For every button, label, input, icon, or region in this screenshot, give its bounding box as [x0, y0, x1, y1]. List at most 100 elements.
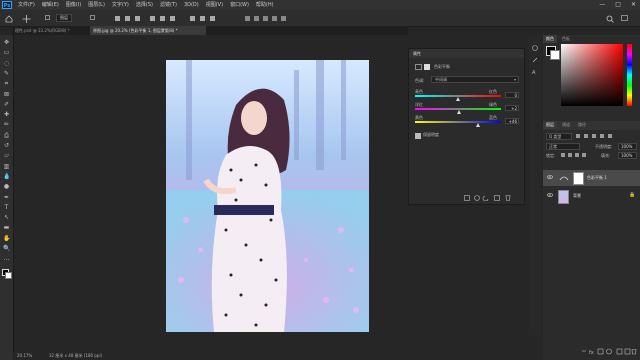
move-tool-icon[interactable]: ✥: [3, 39, 10, 46]
maximize-button[interactable]: □: [615, 0, 621, 10]
path-select-tool-icon[interactable]: ↖: [3, 214, 10, 221]
search-icon[interactable]: [606, 15, 614, 23]
chevron-down-icon: ▾: [513, 77, 516, 82]
eye-icon[interactable]: [547, 193, 553, 198]
mask-icon[interactable]: [424, 64, 431, 72]
menu-item[interactable]: 文字(Y): [112, 0, 129, 10]
layer-name[interactable]: 背景: [573, 193, 581, 199]
3d-mode-icons[interactable]: [245, 15, 295, 22]
options-bar: 图层: [0, 10, 640, 27]
menu-item[interactable]: 图像(I): [66, 0, 81, 10]
menu-item[interactable]: 窗口(W): [230, 0, 249, 10]
home-icon[interactable]: [5, 15, 13, 23]
slider-thumb[interactable]: [456, 97, 460, 101]
fill-input[interactable]: 100%: [618, 152, 637, 159]
menu-item[interactable]: 图层(L): [88, 0, 105, 10]
gradient-tool-icon[interactable]: ▥: [3, 163, 10, 170]
zoom-tool-icon[interactable]: 🔍: [3, 245, 10, 252]
crop-tool-icon[interactable]: ⌗: [3, 80, 10, 87]
layer-row-adjustment[interactable]: 色彩平衡 1: [543, 170, 640, 186]
hand-tool-icon[interactable]: ✋: [3, 235, 10, 242]
type-tool-icon[interactable]: T: [3, 204, 10, 211]
menu-item[interactable]: 3D(D): [184, 0, 199, 10]
layer-row-background[interactable]: 背景 🔒: [543, 188, 640, 204]
workspace-icon[interactable]: [621, 15, 628, 22]
quick-select-tool-icon[interactable]: ✎: [3, 70, 10, 77]
close-button[interactable]: ✕: [631, 0, 636, 10]
stamp-tool-icon[interactable]: ⎙: [3, 132, 10, 139]
opacity-input[interactable]: 100%: [618, 143, 637, 150]
menu-item[interactable]: 文件(F): [18, 0, 35, 10]
tab-color[interactable]: 颜色: [543, 35, 557, 43]
adjustment-icon: [415, 64, 423, 72]
menu-item[interactable]: 帮助(H): [256, 0, 274, 10]
eye-icon[interactable]: [547, 175, 553, 180]
character-icon[interactable]: A: [532, 69, 538, 77]
tab-channels[interactable]: 通道: [559, 121, 573, 129]
menu-item[interactable]: 编辑(E): [42, 0, 59, 10]
tab-document-1[interactable]: 理性.psd @ 33.2%(RGB/8) *: [12, 26, 93, 35]
tab-swatches[interactable]: 色板: [559, 35, 573, 43]
rectangle-tool-icon[interactable]: ▬: [3, 224, 10, 231]
blend-mode-dropdown[interactable]: 正常: [546, 143, 580, 150]
blur-tool-icon[interactable]: 💧: [3, 173, 10, 180]
tab-document-2[interactable]: 原图.jpg @ 20.2% (色彩平衡 1, 图层蒙版/8) *: [90, 26, 206, 35]
color-field[interactable]: [561, 44, 623, 106]
layer-name[interactable]: 色彩平衡 1: [587, 175, 607, 181]
color-balance-slider[interactable]: [415, 121, 501, 123]
main-menu: 文件(F) 编辑(E) 图像(I) 图层(L) 文字(Y) 选择(S) 滤镜(T) 3D(D)…: [18, 0, 274, 10]
tools-panel: ✥ ▭ ◌ ✎ ⌗ ⊠ ✐ ✚ ✏ ⎙ ↺ ▱ ▥ 💧 ● ✒ T ↖ ▬ ✋ 🔍 …: [0, 35, 14, 360]
more-tool-icon[interactable]: …: [3, 255, 10, 262]
healing-tool-icon[interactable]: ✚: [3, 111, 10, 118]
menu-item[interactable]: 视图(V): [206, 0, 223, 10]
window-controls: — □ ✕: [599, 0, 636, 10]
eyedropper-tool-icon[interactable]: ✐: [3, 101, 10, 108]
menu-item[interactable]: 选择(S): [136, 0, 153, 10]
tone-label: 色调:: [415, 78, 425, 83]
pen-tool-icon[interactable]: ✒: [3, 194, 10, 201]
brush-icon[interactable]: [532, 57, 538, 65]
svg-text:fx: fx: [589, 350, 594, 355]
tab-paths[interactable]: 路径: [575, 121, 589, 129]
toolbar-background-swatch[interactable]: [5, 272, 12, 279]
minimize-button[interactable]: —: [599, 0, 605, 10]
layer-thumbnail: [558, 190, 569, 204]
slider-thumb[interactable]: [456, 110, 461, 114]
lock-label: 锁定:: [546, 153, 556, 158]
brush-tool-icon[interactable]: ✏: [3, 121, 10, 128]
properties-panel: 属性 色彩平衡 色调: 中间调 ▾ 青色 红色 0 洋红 绿色 +2 黄色 蓝色 +46 保留明…: [408, 48, 525, 205]
history-icon[interactable]: [532, 45, 538, 53]
properties-footer-icons: [464, 195, 519, 203]
tone-dropdown[interactable]: 中间调 ▾: [431, 76, 519, 83]
tab-layers[interactable]: 图层: [543, 121, 557, 129]
mode-dropdown[interactable]: 图层: [56, 14, 72, 22]
marquee-tool-icon[interactable]: ▭: [3, 49, 10, 56]
lock-icons[interactable]: [561, 153, 589, 160]
layer-mask-thumbnail[interactable]: [573, 172, 584, 185]
document-info: 32 厘米 x 48 厘米 (180 ppi): [49, 353, 103, 358]
lasso-tool-icon[interactable]: ◌: [3, 60, 10, 67]
dodge-tool-icon[interactable]: ●: [3, 183, 10, 190]
slider-value-input[interactable]: +46: [505, 118, 519, 124]
layers-footer-icons: fx: [581, 348, 637, 357]
hue-slider[interactable]: [627, 44, 632, 106]
move-tool-icon[interactable]: [22, 15, 31, 23]
slider-thumb[interactable]: [475, 123, 480, 127]
eraser-tool-icon[interactable]: ▱: [3, 152, 10, 159]
slider-value-input[interactable]: 0: [505, 92, 519, 98]
layer-filter-dropdown[interactable]: Q 类型: [546, 133, 572, 140]
layer-filter-icons[interactable]: [576, 134, 626, 141]
frame-tool-icon[interactable]: ⊠: [3, 91, 10, 98]
slider-value-input[interactable]: +2: [505, 105, 519, 111]
transform-controls-checkbox[interactable]: [90, 15, 95, 22]
adjustment-layer-icon: [559, 174, 569, 183]
adjustment-type-label: 色彩平衡: [434, 64, 450, 69]
background-color-swatch[interactable]: [550, 50, 560, 60]
canvas-image[interactable]: [166, 60, 369, 332]
zoom-level[interactable]: 20.17%: [17, 352, 32, 360]
history-brush-tool-icon[interactable]: ↺: [3, 142, 10, 149]
preserve-luminosity-checkbox[interactable]: [415, 133, 421, 139]
menu-item[interactable]: 滤镜(T): [160, 0, 177, 10]
auto-select-checkbox[interactable]: [45, 15, 50, 22]
align-icons[interactable]: [115, 15, 235, 22]
